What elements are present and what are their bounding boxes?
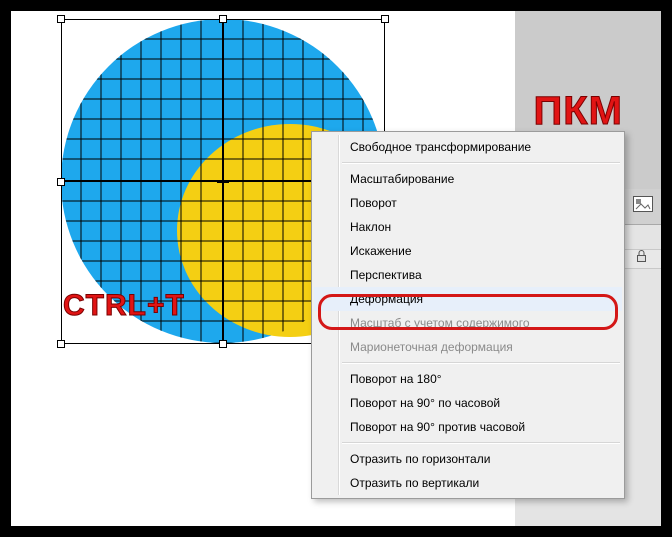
menu-separator	[342, 442, 620, 444]
menu-scale[interactable]: Масштабирование	[314, 167, 622, 191]
annotation-ctrl: CTRL+T	[63, 289, 185, 323]
handle-top-mid[interactable]	[219, 15, 227, 23]
menu-separator	[342, 362, 620, 364]
lock-icon[interactable]	[636, 250, 647, 268]
menu-rotate-90-cw[interactable]: Поворот на 90° по часовой	[314, 391, 622, 415]
menu-free-transform[interactable]: Свободное трансформирование	[314, 135, 622, 159]
image-icon[interactable]	[633, 196, 653, 217]
handle-top-left[interactable]	[57, 15, 65, 23]
menu-skew[interactable]: Наклон	[314, 215, 622, 239]
handle-top-right[interactable]	[381, 15, 389, 23]
handle-bot-mid[interactable]	[219, 340, 227, 348]
menu-puppet-warp: Марионеточная деформация	[314, 335, 622, 359]
transform-center[interactable]	[217, 176, 229, 188]
transform-context-menu: Свободное трансформирование Масштабирова…	[311, 131, 625, 499]
menu-rotate-90-ccw[interactable]: Поворот на 90° против часовой	[314, 415, 622, 439]
app-frame: for_Liquify_	[11, 11, 661, 526]
menu-content-aware-scale: Масштаб с учетом содержимого	[314, 311, 622, 335]
menu-flip-vertical[interactable]: Отразить по вертикали	[314, 471, 622, 495]
handle-bot-left[interactable]	[57, 340, 65, 348]
menu-perspective[interactable]: Перспектива	[314, 263, 622, 287]
menu-distort[interactable]: Искажение	[314, 239, 622, 263]
menu-rotate[interactable]: Поворот	[314, 191, 622, 215]
handle-mid-left[interactable]	[57, 178, 65, 186]
menu-flip-horizontal[interactable]: Отразить по горизонтали	[314, 447, 622, 471]
annotation-pkm: ПКМ	[534, 89, 623, 134]
menu-rotate-180[interactable]: Поворот на 180°	[314, 367, 622, 391]
menu-separator	[342, 162, 620, 164]
menu-warp[interactable]: Деформация	[314, 287, 622, 311]
